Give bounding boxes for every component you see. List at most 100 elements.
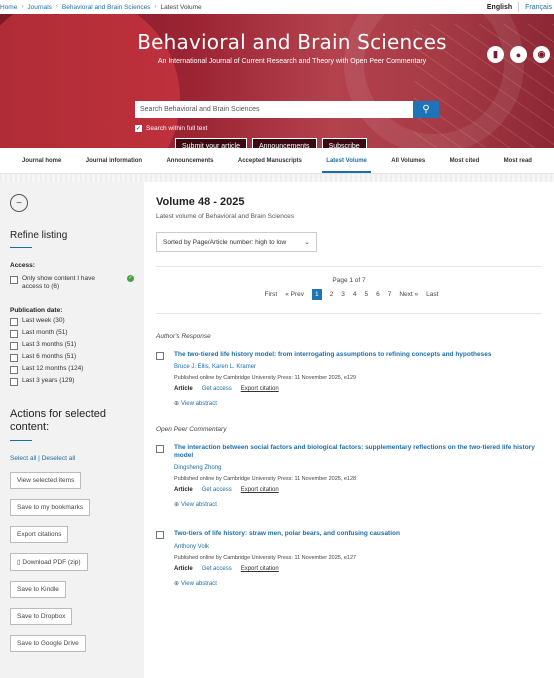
select-all-link[interactable]: Select all bbox=[10, 455, 36, 462]
checkbox[interactable] bbox=[10, 342, 18, 351]
search-full-text-label: Search within full text bbox=[146, 125, 208, 132]
section-heading: Open Peer Commentary bbox=[156, 426, 227, 434]
export-citation-link[interactable]: Export citation bbox=[241, 566, 279, 572]
page-1[interactable]: 1 bbox=[311, 289, 322, 300]
page-prev[interactable]: « Prev bbox=[285, 291, 304, 298]
save-kindle-button[interactable]: Save to Kindle bbox=[10, 580, 66, 598]
article-type: Article bbox=[174, 386, 193, 393]
banner-actions: Submit your article Announcements Subscr… bbox=[175, 138, 367, 148]
tab-journal-information[interactable]: Journal information bbox=[86, 158, 142, 164]
checkbox[interactable] bbox=[10, 330, 18, 339]
checkbox[interactable] bbox=[10, 354, 18, 363]
checkbox-checked[interactable]: ✓ bbox=[135, 125, 142, 132]
filter-label: Last month (51) bbox=[22, 329, 68, 337]
article-published: Published online by Cambridge University… bbox=[174, 476, 357, 483]
submit-article-button[interactable]: Submit your article bbox=[175, 138, 247, 148]
pubdate-filter[interactable]: Last 6 months (51) bbox=[10, 353, 134, 363]
export-citation-link[interactable]: Export citation bbox=[241, 487, 279, 493]
page-2[interactable]: 2 bbox=[330, 291, 334, 298]
announcements-button[interactable]: Announcements bbox=[251, 138, 317, 148]
save-dropbox-button[interactable]: Save to Dropbox bbox=[10, 607, 73, 625]
pubdate-filter[interactable]: Last 3 months (51) bbox=[10, 341, 134, 351]
checkbox[interactable] bbox=[10, 318, 18, 327]
search-full-text-option[interactable]: ✓ Search within full text bbox=[135, 125, 207, 132]
checkbox[interactable] bbox=[10, 378, 18, 387]
banner-icons: ▮ ● ◉ bbox=[487, 46, 550, 63]
pubdate-filter[interactable]: Last 3 years (129) bbox=[10, 377, 134, 387]
page-last[interactable]: Last bbox=[426, 291, 438, 298]
tab-accepted-manuscripts[interactable]: Accepted Manuscripts bbox=[238, 158, 302, 164]
get-access-link[interactable]: Get access bbox=[202, 386, 232, 392]
article-authors[interactable]: Bruce J. Ellis, Karen L. Kramer bbox=[174, 364, 542, 370]
chevron-right-icon: › bbox=[21, 4, 24, 10]
search-button[interactable]: ⚲ bbox=[413, 101, 439, 118]
page-6[interactable]: 6 bbox=[376, 291, 380, 298]
page-3[interactable]: 3 bbox=[341, 291, 345, 298]
page-5[interactable]: 5 bbox=[364, 291, 368, 298]
page-indicator: Page 1 of 7 bbox=[332, 277, 366, 284]
selection-links: Select all | Deselect all bbox=[10, 454, 76, 462]
article-type: Article bbox=[174, 565, 193, 572]
lang-french[interactable]: Français bbox=[525, 4, 552, 11]
sort-value: Sorted by Page/Article number: high to l… bbox=[163, 238, 287, 246]
view-abstract-toggle[interactable]: ⊕ View abstract bbox=[174, 580, 542, 587]
export-citation-link[interactable]: Export citation bbox=[241, 386, 279, 392]
search-input[interactable]: Search Behavioral and Brain Sciences bbox=[135, 106, 413, 113]
view-abstract-toggle[interactable]: ⊕ View abstract bbox=[174, 400, 542, 407]
page-4[interactable]: 4 bbox=[353, 291, 357, 298]
page-next[interactable]: Next » bbox=[399, 291, 418, 298]
page-7[interactable]: 7 bbox=[388, 291, 392, 298]
breadcrumb-journal[interactable]: Behavioral and Brain Sciences bbox=[62, 4, 151, 11]
article-title[interactable]: Two-tiers of life history: straw men, po… bbox=[174, 530, 542, 537]
plus-icon: ⊕ bbox=[174, 580, 180, 587]
article-title[interactable]: The interaction between social factors a… bbox=[174, 444, 542, 459]
chevron-right-icon: › bbox=[154, 4, 157, 10]
pubdate-filter[interactable]: Last 12 months (124) bbox=[10, 365, 134, 375]
access-filter[interactable]: Only show content I have access to (6) ✓ bbox=[10, 275, 134, 291]
tab-all-volumes[interactable]: All Volumes bbox=[391, 158, 425, 164]
get-access-link[interactable]: Get access bbox=[202, 487, 232, 493]
article-title[interactable]: The two-tiered life history model: from … bbox=[174, 351, 542, 358]
breadcrumb-home[interactable]: Home bbox=[0, 4, 17, 11]
checkbox[interactable] bbox=[10, 276, 18, 284]
bookmark-icon[interactable]: ▮ bbox=[487, 46, 504, 63]
checkbox[interactable] bbox=[156, 531, 164, 540]
get-access-link[interactable]: Get access bbox=[202, 566, 232, 572]
view-selected-button[interactable]: View selected items bbox=[10, 471, 82, 489]
rss-icon[interactable]: ◉ bbox=[533, 46, 550, 63]
download-pdf-button[interactable]: ▯ Download PDF (zip) bbox=[10, 552, 88, 571]
sort-select[interactable]: Sorted by Page/Article number: high to l… bbox=[156, 232, 317, 252]
tab-announcements[interactable]: Announcements bbox=[166, 158, 213, 164]
tab-latest-volume[interactable]: Latest Volume bbox=[322, 158, 371, 173]
refine-heading: Refine listing bbox=[10, 230, 68, 241]
tab-most-cited[interactable]: Most cited bbox=[450, 158, 480, 164]
tab-journal-home[interactable]: Journal home bbox=[22, 158, 61, 164]
view-abstract-toggle[interactable]: ⊕ View abstract bbox=[174, 501, 542, 508]
subscribe-button[interactable]: Subscribe bbox=[321, 138, 367, 148]
collapse-icon[interactable]: − bbox=[10, 194, 28, 212]
page-first[interactable]: First bbox=[265, 291, 278, 298]
breadcrumb-journals[interactable]: Journals bbox=[27, 4, 52, 11]
lang-english[interactable]: English bbox=[487, 4, 512, 11]
article-published: Published online by Cambridge University… bbox=[174, 554, 357, 561]
article-item: Two-tiers of life history: straw men, po… bbox=[156, 530, 542, 587]
deselect-all-link[interactable]: Deselect all bbox=[42, 455, 76, 462]
bell-icon[interactable]: ● bbox=[510, 46, 527, 63]
export-citations-button[interactable]: Export citations bbox=[10, 525, 69, 543]
divider bbox=[10, 247, 32, 248]
pubdate-filter[interactable]: Last week (30) bbox=[10, 317, 134, 327]
save-bookmarks-button[interactable]: Save to my bookmarks bbox=[10, 498, 91, 516]
checkbox[interactable] bbox=[156, 352, 164, 360]
article-authors[interactable]: Dingsheng Zhong bbox=[174, 465, 542, 471]
divider bbox=[10, 439, 32, 441]
journal-nav: Journal home Journal information Announc… bbox=[0, 148, 554, 174]
article-authors[interactable]: Anthony Volk bbox=[174, 544, 542, 550]
tab-most-read[interactable]: Most read bbox=[504, 158, 532, 164]
article-type: Article bbox=[174, 487, 193, 494]
save-google-drive-button[interactable]: Save to Google Drive bbox=[10, 634, 86, 652]
journal-title: Behavioral and Brain Sciences bbox=[137, 30, 447, 54]
pubdate-filter[interactable]: Last month (51) bbox=[10, 329, 134, 339]
checkbox[interactable] bbox=[10, 366, 18, 375]
view-abstract-label: View abstract bbox=[181, 401, 217, 408]
checkbox[interactable] bbox=[156, 445, 164, 454]
